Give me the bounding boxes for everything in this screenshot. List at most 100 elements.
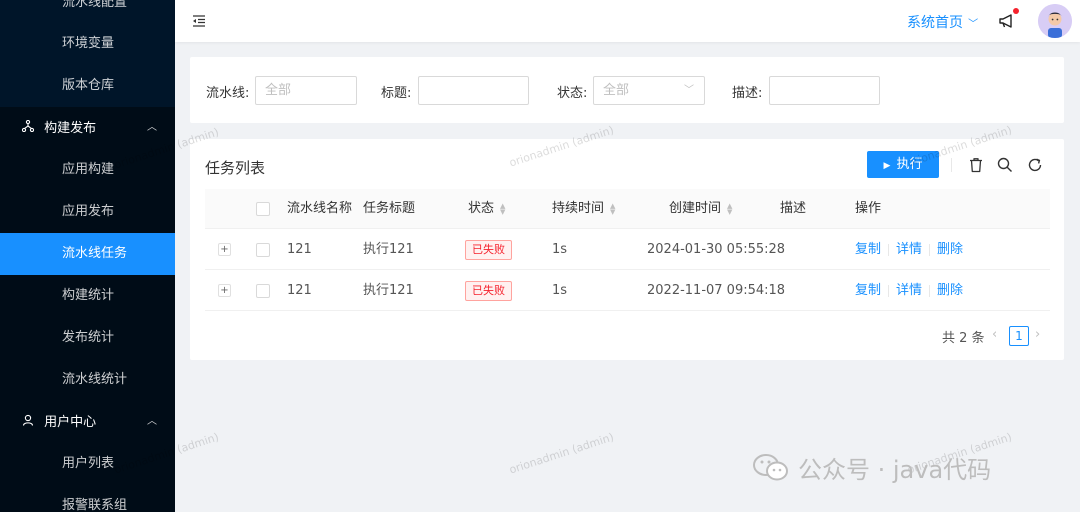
cell-duration: 1s [552,242,568,257]
row-checkbox[interactable] [256,243,270,257]
card-title: 任务列表 [205,159,266,177]
col-created[interactable]: 创建时间 ▲ ▼ [669,189,732,229]
sidebar-item-pipeline-stats[interactable]: 流水线统计 [0,359,175,401]
execute-button[interactable]: ▶ 执行 [867,151,939,178]
sidebar-item-label: 报警联系组 [62,498,128,512]
col-status[interactable]: 状态 ▲ ▼ [468,189,505,229]
pager-page-1[interactable]: 1 [1009,326,1029,346]
desc-filter-input[interactable] [769,76,880,105]
status-badge: 已失败 [465,280,512,301]
op-divider [929,284,931,297]
col-created-label: 创建时间 [669,201,722,216]
avatar[interactable] [1038,4,1072,38]
chevron-down-icon: ﹀ [965,19,979,30]
cell-title: 执行121 [363,242,414,257]
cell-ops: 复制 详情 删除 [855,270,963,311]
delete-link[interactable]: 删除 [937,242,963,257]
sidebar-item-label: 版本仓库 [62,78,115,93]
col-desc: 描述 [780,201,807,216]
cell-pipeline: 121 [287,283,312,298]
sidebar-item-app-build[interactable]: 应用构建 [0,149,175,191]
select-all-checkbox[interactable] [256,202,270,216]
expand-row-button[interactable]: + [218,243,231,256]
sidebar-group-build[interactable]: 构建发布 ︿ [0,107,175,149]
op-divider [888,284,890,297]
cell-ops: 复制 详情 删除 [855,229,963,270]
pager-next-button[interactable]: › [1035,327,1040,342]
col-ops: 操作 [855,201,882,216]
detail-link[interactable]: 详情 [896,283,922,298]
toolbar-divider [951,158,952,172]
chevron-down-icon: ﹀ [684,85,694,96]
cell-title: 执行121 [363,283,414,298]
top-header: 系统首页 ﹀ [175,0,1080,42]
sort-icon: ▲ ▼ [500,201,506,216]
home-link-label: 系统首页 [907,15,963,31]
sidebar-group-label: 用户中心 [44,415,97,430]
execute-button-label: 执行 [896,157,923,172]
task-table-card: 任务列表 ▶ 执行 流水线名称 任务标题 状态 ▲ ▼ 持续时间 ▲ ▼ 创建时间 ▲ ▼ 描… [190,139,1064,360]
cell-created: 2024-01-30 05:55:28 [647,242,786,257]
refresh-icon[interactable] [1026,156,1044,174]
table-header: 流水线名称 任务标题 状态 ▲ ▼ 持续时间 ▲ ▼ 创建时间 ▲ ▼ 描述 操作 [205,189,1050,229]
col-status-label: 状态 [468,201,495,216]
pipeline-filter-label: 流水线: [206,86,250,101]
menu-fold-icon[interactable] [191,13,207,29]
cell-status: 已失败 [465,229,512,270]
sidebar-item-app-release[interactable]: 应用发布 [0,191,175,233]
status-filter-value: 全部 [603,83,630,98]
megaphone-icon[interactable] [997,11,1017,31]
sidebar-item-pipeline-tasks[interactable]: 流水线任务 [0,233,175,275]
user-icon [20,401,36,443]
col-duration-label: 持续时间 [552,201,605,216]
sidebar-item-version-repo[interactable]: 版本仓库 [0,65,175,107]
sidebar-item-env-vars[interactable]: 环境变量 [0,23,175,65]
copy-link[interactable]: 复制 [855,283,881,298]
cell-created: 2022-11-07 09:54:18 [647,283,786,298]
sidebar-item-label: 应用构建 [62,162,115,177]
watermark: orionadmin (admin) [507,430,616,477]
sidebar-item-label: 发布统计 [62,330,115,345]
copy-link[interactable]: 复制 [855,242,881,257]
pipeline-filter-input[interactable] [255,76,357,105]
delete-icon[interactable] [967,156,985,174]
search-icon[interactable] [996,156,1014,174]
col-pipeline-name: 流水线名称 [287,201,353,216]
pager-prev-button[interactable]: ‹ [992,327,997,342]
sidebar-group-user[interactable]: 用户中心 ︿ [0,401,175,443]
deploy-icon [20,107,36,149]
title-filter-input[interactable] [418,76,529,105]
cell-status: 已失败 [465,270,512,311]
wechat-icon [752,452,790,490]
status-badge: 已失败 [465,239,512,260]
sidebar-item-alarm-group[interactable]: 报警联系组 [0,485,175,512]
status-filter-select[interactable]: 全部 ﹀ [593,76,705,105]
sidebar-group-label: 构建发布 [44,121,97,136]
cell-duration: 1s [552,283,568,298]
detail-link[interactable]: 详情 [896,242,922,257]
system-home-link[interactable]: 系统首页 ﹀ [907,12,978,32]
sidebar-item-release-stats[interactable]: 发布统计 [0,317,175,359]
pager-total: 共 2 条 [942,331,985,346]
sidebar-item-build-stats[interactable]: 构建统计 [0,275,175,317]
chevron-up-icon: ︿ [147,416,157,427]
row-checkbox[interactable] [256,284,270,298]
sidebar-item-pipeline-config[interactable]: 流水线配置 [0,0,175,24]
status-filter-label: 状态: [557,86,588,101]
sidebar-item-label: 应用发布 [62,204,115,219]
table-row: + 121 执行121 已失败 1s 2024-01-30 05:55:28 复… [205,229,1050,270]
delete-link[interactable]: 删除 [937,283,963,298]
filter-card: 流水线: 标题: 状态: 全部 ﹀ 描述: [190,57,1064,123]
col-task-title: 任务标题 [363,201,416,216]
col-duration[interactable]: 持续时间 ▲ ▼ [552,189,615,229]
notification-dot [1013,8,1019,14]
sidebar-item-label: 构建统计 [62,288,115,303]
sidebar-item-user-list[interactable]: 用户列表 [0,443,175,485]
sidebar-item-label: 流水线任务 [62,246,128,261]
op-divider [929,243,931,256]
chevron-up-icon: ︿ [147,122,157,133]
op-divider [888,243,890,256]
sort-icon: ▲ ▼ [727,201,733,216]
sidebar-item-label: 流水线配置 [62,0,128,10]
expand-row-button[interactable]: + [218,284,231,297]
